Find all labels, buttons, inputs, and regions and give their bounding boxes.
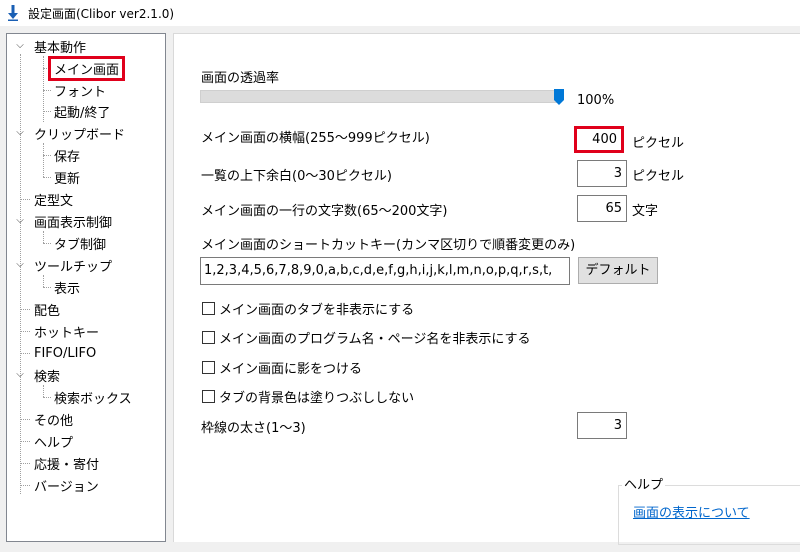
tree-item-label: その他	[34, 413, 74, 429]
chevron-down-icon[interactable]: ⌵	[14, 40, 26, 51]
tree-item-label: 画面表示制御	[34, 215, 113, 231]
tree-item-label: バージョン	[34, 479, 99, 495]
tree-item-label: タブ制御	[54, 237, 107, 253]
chevron-down-icon[interactable]: ⌵	[14, 369, 26, 380]
tree-item-update[interactable]: 更新	[54, 167, 80, 187]
checkbox-box[interactable]	[202, 361, 215, 374]
title-bar: 設定画面(Clibor ver2.1.0)	[0, 0, 800, 26]
shortcut-input[interactable]: 1,2,3,4,5,6,7,8,9,0,a,b,c,d,e,f,g,h,i,j,…	[200, 257, 570, 285]
chevron-down-icon[interactable]: ⌵	[14, 259, 26, 270]
border-label: 枠線の太さ(1～3)	[201, 421, 306, 436]
checkbox-label: メイン画面のプログラム名・ページ名を非表示にする	[219, 332, 531, 347]
tree-item-tooltip[interactable]: ツールチップ	[34, 255, 112, 275]
tree-item-label: ツールチップ	[34, 259, 113, 275]
help-group-title: ヘルプ	[622, 474, 666, 493]
checkbox-shadow[interactable]: メイン画面に影をつける	[202, 358, 362, 377]
tree-item-label: クリップボード	[34, 127, 126, 143]
tree-item-label: FIFO/LIFO	[34, 345, 97, 361]
tree-item-tab-control[interactable]: タブ制御	[54, 233, 106, 253]
checkbox-hide-program-name[interactable]: メイン画面のプログラム名・ページ名を非表示にする	[202, 328, 530, 347]
tree-item-label: 基本動作	[34, 40, 87, 56]
slider-thumb-icon[interactable]	[554, 89, 564, 105]
chars-unit: 文字	[632, 204, 659, 219]
tree-item-label: 更新	[54, 171, 81, 187]
checkbox-box[interactable]	[202, 390, 215, 403]
tree-item-label: 表示	[54, 281, 81, 297]
tree-item-save[interactable]: 保存	[54, 145, 80, 165]
checkbox-box[interactable]	[202, 302, 215, 315]
tree-item-display-control[interactable]: 画面表示制御	[34, 211, 112, 231]
tree-item-startup[interactable]: 起動/終了	[54, 101, 110, 121]
checkbox-label: タブの背景色は塗りつぶししない	[219, 391, 415, 406]
tree-item-fifo-lifo[interactable]: FIFO/LIFO	[34, 343, 96, 363]
opacity-slider-track[interactable]	[200, 90, 560, 103]
margin-input[interactable]: 3	[577, 160, 627, 187]
settings-tree[interactable]: ⌵ 基本動作 メイン画面 フォント 起動/終了 ⌵ クリップボード 保存 更新 …	[6, 33, 166, 542]
tree-item-label: 検索ボックス	[54, 391, 132, 407]
margin-label: 一覧の上下余白(0～30ピクセル)	[201, 169, 392, 184]
tree-item-label: ヘルプ	[34, 435, 74, 451]
margin-unit: ピクセル	[632, 169, 685, 184]
tree-item-basic[interactable]: 基本動作	[34, 36, 86, 56]
help-link[interactable]: 画面の表示について	[633, 502, 750, 521]
opacity-value: 100%	[577, 93, 615, 108]
tree-item-colors[interactable]: 配色	[34, 299, 60, 319]
tree-item-hotkey[interactable]: ホットキー	[34, 321, 99, 341]
window-title: 設定画面(Clibor ver2.1.0)	[28, 6, 175, 21]
default-button[interactable]: デフォルト	[578, 257, 658, 284]
tree-item-other[interactable]: その他	[34, 409, 73, 429]
checkbox-tab-bg[interactable]: タブの背景色は塗りつぶししない	[202, 387, 414, 406]
tree-item-label: 応援・寄付	[34, 457, 100, 473]
chars-label: メイン画面の一行の文字数(65～200文字)	[201, 204, 448, 219]
tree-item-label: メイン画面	[47, 55, 126, 81]
checkbox-label: メイン画面に影をつける	[219, 362, 363, 377]
download-arrow-icon	[6, 4, 20, 22]
tree-item-label: 保存	[54, 149, 81, 165]
tree-item-label: ホットキー	[34, 325, 100, 341]
opacity-label: 画面の透過率	[201, 71, 280, 86]
tree-item-label: 検索	[34, 369, 61, 385]
checkbox-label: メイン画面のタブを非表示にする	[219, 303, 415, 318]
tree-item-label: 定型文	[34, 193, 74, 209]
shortcut-label: メイン画面のショートカットキー(カンマ区切りで順番変更のみ)	[201, 238, 576, 253]
tree-item-search-box[interactable]: 検索ボックス	[54, 387, 132, 407]
tree-item-template[interactable]: 定型文	[34, 189, 73, 209]
tree-item-search[interactable]: 検索	[34, 365, 60, 385]
tree-item-main-window[interactable]: メイン画面	[47, 55, 126, 81]
chevron-down-icon[interactable]: ⌵	[14, 215, 26, 226]
width-input[interactable]: 400	[574, 126, 624, 153]
tree-item-label: フォント	[54, 84, 107, 100]
chars-input[interactable]: 65	[577, 195, 627, 222]
tree-item-support[interactable]: 応援・寄付	[34, 453, 99, 473]
tree-item-version[interactable]: バージョン	[34, 475, 99, 495]
opacity-slider-fill	[201, 91, 559, 102]
chevron-down-icon[interactable]: ⌵	[14, 127, 26, 138]
width-label: メイン画面の横幅(255～999ピクセル)	[201, 131, 430, 146]
tree-item-label: 配色	[34, 303, 61, 319]
tree-item-label: 起動/終了	[54, 105, 111, 121]
tree-item-help[interactable]: ヘルプ	[34, 431, 73, 451]
border-input[interactable]: 3	[577, 412, 627, 439]
tree-item-clipboard[interactable]: クリップボード	[34, 123, 125, 143]
checkbox-box[interactable]	[202, 331, 215, 344]
tree-item-font[interactable]: フォント	[54, 80, 106, 100]
width-unit: ピクセル	[632, 136, 685, 151]
tree-item-tooltip-display[interactable]: 表示	[54, 277, 80, 297]
settings-panel: 画面の透過率 100% メイン画面の横幅(255～999ピクセル) 400 ピク…	[173, 33, 800, 545]
checkbox-hide-tabs[interactable]: メイン画面のタブを非表示にする	[202, 299, 414, 318]
